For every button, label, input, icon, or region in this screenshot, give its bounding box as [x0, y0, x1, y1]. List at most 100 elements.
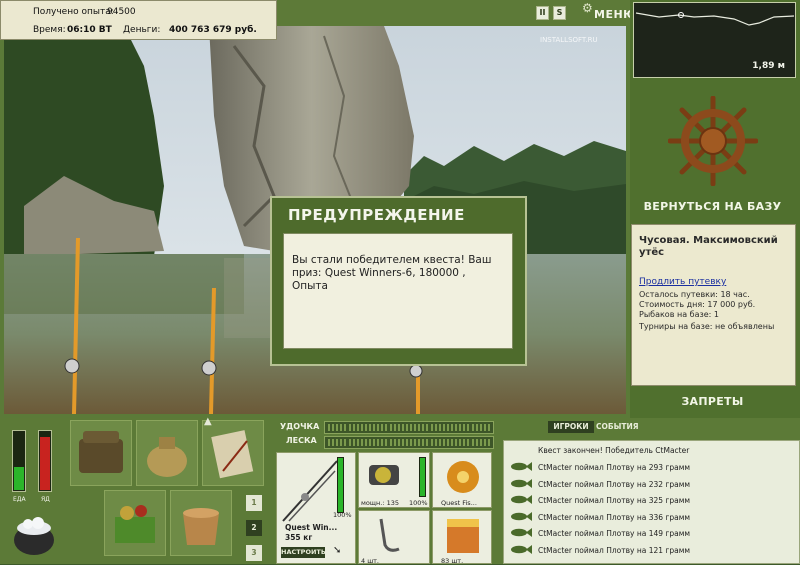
- bait-bag-slot[interactable]: [136, 420, 198, 486]
- bar-segment: [332, 439, 335, 446]
- bar-segment: [336, 424, 339, 431]
- page-2-button[interactable]: 2: [246, 520, 262, 536]
- bar-segment: [377, 439, 380, 446]
- chat-line: CtMacter поймал Плотву на 293 грамм: [538, 463, 691, 472]
- bar-segment: [360, 439, 363, 446]
- depth-value: 1,89 м: [752, 61, 785, 71]
- bar-segment: [401, 439, 404, 446]
- bar-segment: [364, 424, 367, 431]
- rod-tension-bar: [324, 421, 494, 434]
- bar-segment: [418, 424, 421, 431]
- fish-icon: [510, 462, 532, 471]
- bar-segment: [373, 424, 376, 431]
- bar-segment: [348, 424, 351, 431]
- bar-segment: [352, 424, 355, 431]
- bar-segment: [414, 424, 417, 431]
- location-title: Чусовая. Максимовский утёс: [639, 235, 778, 258]
- pause-button[interactable]: II: [536, 6, 549, 20]
- reel-slot[interactable]: мощн.: 135 100%: [358, 452, 430, 508]
- fishing-rod-icon: [282, 460, 338, 522]
- bar-segment: [471, 439, 474, 446]
- bar-segment: [442, 439, 445, 446]
- tab-players[interactable]: ИГРОКИ: [548, 421, 594, 433]
- rod-name: Quest Win...: [285, 523, 338, 532]
- food-meter: [12, 430, 26, 492]
- reel-percent: 100%: [409, 499, 428, 507]
- line-spool-icon: [447, 461, 479, 493]
- chat-line: CtMacter поймал Плотву на 325 грамм: [538, 496, 691, 505]
- bar-segment: [328, 439, 330, 446]
- hook-slot[interactable]: 4 шт.: [358, 510, 430, 565]
- bar-segment: [360, 424, 363, 431]
- tackle-box-icon: [79, 431, 123, 473]
- bar-segment: [487, 424, 490, 431]
- bar-segment: [381, 424, 384, 431]
- bar-segment: [393, 424, 396, 431]
- helm-icon[interactable]: [667, 95, 759, 187]
- poison-meter-fill: [40, 437, 50, 490]
- notebook-slot[interactable]: [202, 420, 264, 486]
- arrow-down-right-icon: ➘: [333, 545, 342, 556]
- cauldron-icon[interactable]: [10, 510, 58, 558]
- reel-power: мощн.: 135: [361, 499, 399, 507]
- info-line: Рыбаков на базе: 1: [639, 310, 719, 319]
- bar-segment: [344, 439, 347, 446]
- poison-label: ЯД: [41, 496, 50, 503]
- rod-bar-label: УДОЧКА: [280, 422, 320, 431]
- bar-segment: [344, 424, 347, 431]
- rod-durability-meter: [337, 457, 344, 513]
- bait-pack-icon: [447, 519, 479, 553]
- bar-segment: [332, 424, 335, 431]
- bar-segment: [336, 439, 339, 446]
- bait-slot[interactable]: 83 шт.: [432, 510, 492, 565]
- money-label: Деньги:: [123, 25, 161, 35]
- extend-trip-link[interactable]: Продлить путевку: [639, 277, 726, 287]
- page-3-button[interactable]: 3: [246, 545, 262, 561]
- notebook-icon: [211, 430, 254, 479]
- bar-segment: [455, 439, 458, 446]
- sound-button[interactable]: S: [553, 6, 566, 20]
- line-bar-label: ЛЕСКА: [286, 436, 317, 445]
- chat-line: CtMacter поймал Плотву на 149 грамм: [538, 529, 691, 538]
- bar-segment: [364, 439, 367, 446]
- gear-icon: ⚙: [582, 1, 593, 15]
- line-slot[interactable]: Quest Fis...: [432, 452, 492, 508]
- basket-slot[interactable]: [104, 490, 166, 556]
- base-info-panel: Чусовая. Максимовский утёс Продлить путе…: [631, 224, 796, 386]
- setup-button[interactable]: НАСТРОИТЬ: [281, 547, 326, 558]
- bar-segment: [459, 424, 462, 431]
- rod-durability-fill: [338, 458, 343, 512]
- rod-percent: 100%: [333, 511, 352, 519]
- fish-icon: [510, 478, 532, 488]
- poison-meter: [38, 430, 52, 492]
- bar-segment: [328, 424, 330, 431]
- bans-button[interactable]: ЗАПРЕТЫ: [631, 395, 794, 408]
- return-to-base-button[interactable]: ВЕРНУТЬСЯ НА БАЗУ: [631, 200, 794, 213]
- time-label: Время:: [33, 25, 66, 35]
- bar-segment: [401, 424, 404, 431]
- page-1-button[interactable]: 1: [246, 495, 262, 511]
- bar-segment: [373, 439, 376, 446]
- line-tension-bar: [324, 436, 494, 449]
- bar-segment: [455, 424, 458, 431]
- rod-weight: 355 кг: [285, 533, 313, 542]
- bar-segment: [479, 424, 482, 431]
- fish-icon: [510, 511, 532, 521]
- bucket-slot[interactable]: [170, 490, 232, 556]
- tackle-box-slot[interactable]: [70, 420, 132, 486]
- bar-segment: [418, 439, 421, 446]
- bar-segment: [389, 439, 392, 446]
- chat-header-line: Квест закончен! Победитель CtMacter: [538, 446, 690, 455]
- tab-events[interactable]: СОБЫТИЯ: [596, 421, 639, 433]
- watermark: INSTALLSOFT.RU: [540, 36, 598, 44]
- bar-segment: [340, 424, 343, 431]
- bar-segment: [479, 439, 482, 446]
- bucket-icon: [183, 508, 219, 545]
- money-value: 400 763 679 руб.: [169, 25, 257, 35]
- menu-button[interactable]: ⚙ МЕНЮ: [580, 1, 636, 23]
- bar-segment: [410, 439, 412, 446]
- bar-segment: [426, 439, 429, 446]
- bar-segment: [352, 439, 355, 446]
- rod-slot[interactable]: 100% Quest Win... 355 кг НАСТРОИТЬ ➘: [276, 452, 356, 564]
- bar-segment: [434, 424, 437, 431]
